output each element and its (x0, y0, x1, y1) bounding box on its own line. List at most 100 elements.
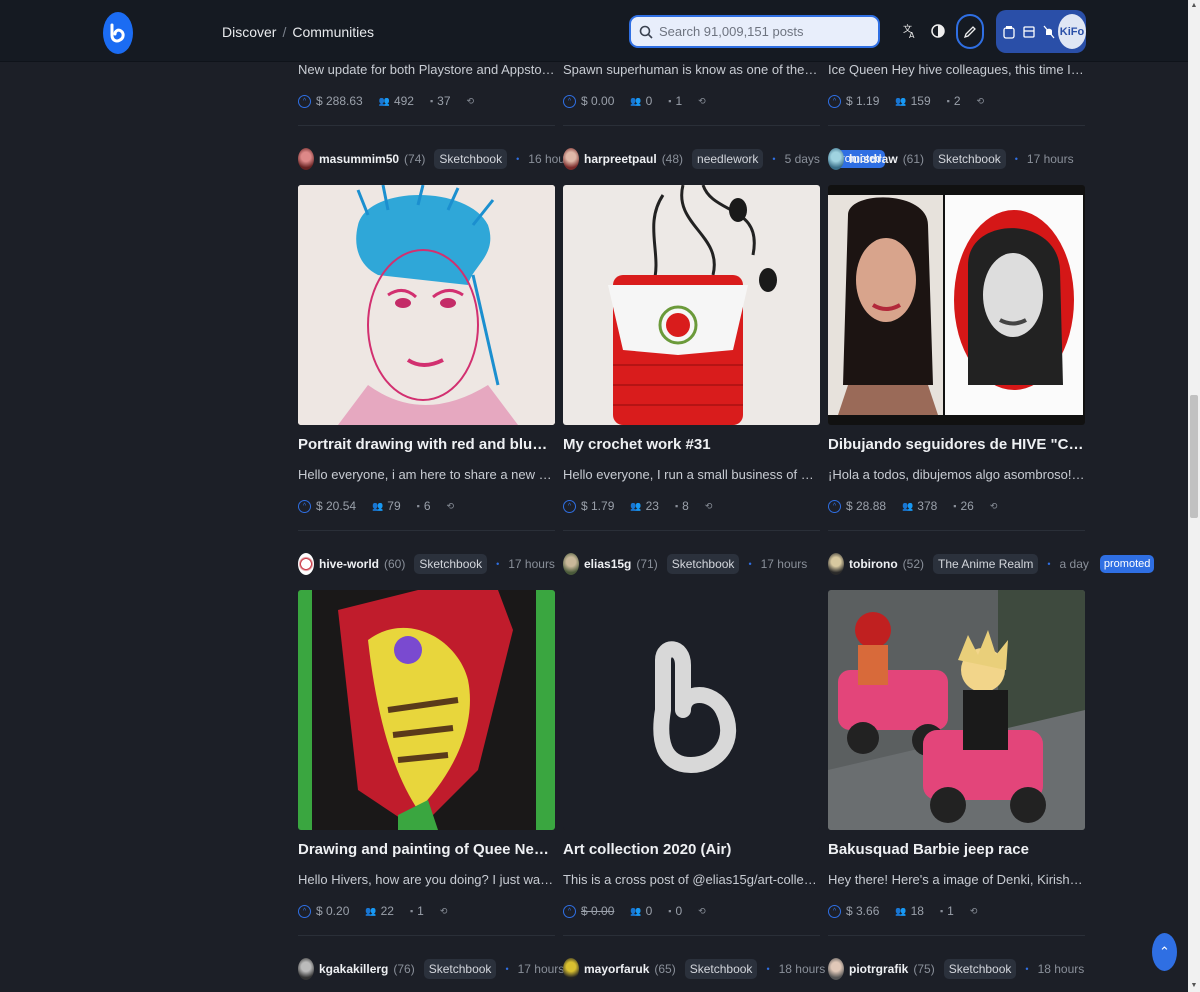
ecency-logo[interactable] (103, 12, 133, 54)
reblog-icon[interactable]: ⟲ (447, 501, 455, 512)
community-tag[interactable]: The Anime Realm (933, 554, 1039, 574)
author-name[interactable]: luisdraw (849, 152, 898, 166)
payout[interactable]: $ 20.54 (316, 499, 356, 513)
upvote-icon[interactable]: ^ (298, 94, 311, 108)
payout[interactable]: $ 28.88 (846, 499, 886, 513)
drafts-icon[interactable] (1022, 22, 1036, 42)
avatar[interactable] (298, 148, 314, 170)
post-title[interactable]: Dibujando seguidores de HIVE "Concurso" … (828, 436, 1085, 453)
post-title[interactable]: Drawing and painting of Quee Nectar Is M… (298, 841, 555, 858)
post-title[interactable]: Art collection 2020 (Air) (563, 841, 820, 858)
comments[interactable]: ▪ 26 (953, 499, 974, 513)
reblog-icon[interactable]: ⟲ (977, 96, 985, 107)
payout[interactable]: $ 1.19 (846, 94, 879, 108)
votes[interactable]: 👥 18 (895, 904, 924, 918)
post-excerpt[interactable]: Hey there! Here's a image of Denki, Kiri… (828, 872, 1085, 887)
avatar[interactable] (563, 958, 579, 980)
payout[interactable]: $ 0.20 (316, 904, 349, 918)
comments[interactable]: ▪ 0 (668, 904, 682, 918)
post-title[interactable]: My crochet work #31 (563, 436, 820, 453)
author-name[interactable]: tobirono (849, 557, 898, 571)
votes[interactable]: 👥 0 (630, 94, 652, 108)
avatar[interactable] (828, 148, 844, 170)
post-thumbnail[interactable] (828, 590, 1085, 830)
reblog-icon[interactable]: ⟲ (970, 906, 978, 917)
author-name[interactable]: elias15g (584, 557, 631, 571)
upvote-icon[interactable]: ^ (563, 94, 576, 108)
votes[interactable]: 👥 79 (372, 499, 401, 513)
post-thumbnail[interactable] (828, 185, 1085, 425)
search-box[interactable] (629, 15, 880, 48)
payout[interactable]: $ 0.00 (581, 94, 614, 108)
reblog-icon[interactable]: ⟲ (990, 501, 998, 512)
scrollbar-thumb[interactable] (1190, 395, 1198, 518)
comments[interactable]: ▪ 1 (940, 904, 954, 918)
search-input[interactable] (659, 24, 869, 39)
scroll-up-arrow-icon[interactable]: ▲ (1190, 2, 1198, 10)
payout[interactable]: $ 1.79 (581, 499, 614, 513)
community-tag[interactable]: Sketchbook (684, 959, 758, 979)
votes[interactable]: 👥 492 (379, 94, 414, 108)
reblog-icon[interactable]: ⟲ (440, 906, 448, 917)
author-name[interactable]: masummim50 (319, 152, 399, 166)
theme-toggle-icon[interactable] (927, 20, 949, 42)
comments[interactable]: ▪ 1 (410, 904, 424, 918)
payout[interactable]: $ 3.66 (846, 904, 879, 918)
author-name[interactable]: kgakakillerg (319, 962, 388, 976)
avatar[interactable] (828, 553, 844, 575)
votes[interactable]: 👥 159 (895, 94, 930, 108)
comments[interactable]: ▪ 1 (668, 94, 682, 108)
community-tag[interactable]: Sketchbook (666, 554, 740, 574)
post-excerpt[interactable]: Hello everyone, i am here to share a new… (298, 467, 555, 482)
post-excerpt[interactable]: ¡Hola a todos, dibujemos algo asombroso!… (828, 467, 1085, 482)
post-title[interactable]: Portrait drawing with red and blue ball … (298, 436, 555, 453)
comments[interactable]: ▪ 6 (417, 499, 431, 513)
votes[interactable]: 👥 0 (630, 904, 652, 918)
post-excerpt[interactable]: Hello everyone, I run a small business o… (563, 467, 820, 482)
community-tag[interactable]: Sketchbook (423, 959, 497, 979)
author-name[interactable]: mayorfaruk (584, 962, 649, 976)
post-excerpt[interactable]: Hello Hivers, how are you doing? I just … (298, 872, 555, 887)
translate-icon[interactable]: 文A (899, 20, 921, 42)
upvote-icon[interactable]: ^ (563, 904, 576, 918)
author-name[interactable]: hive-world (319, 557, 379, 571)
community-tag[interactable]: needlework (692, 149, 764, 169)
scroll-down-arrow-icon[interactable]: ▼ (1190, 982, 1198, 990)
comments[interactable]: ▪ 37 (430, 94, 451, 108)
post-thumbnail[interactable] (563, 590, 820, 830)
post-excerpt[interactable]: Ice Queen Hey hive colleagues, this time… (828, 62, 1085, 77)
upvote-icon[interactable]: ^ (298, 499, 311, 513)
post-excerpt[interactable]: This is a cross post of @elias15g/art-co… (563, 872, 820, 887)
avatar[interactable] (563, 553, 579, 575)
votes[interactable]: 👥 23 (630, 499, 659, 513)
author-name[interactable]: piotrgrafik (849, 962, 908, 976)
community-tag[interactable]: Sketchbook (434, 149, 508, 169)
votes[interactable]: 👥 22 (365, 904, 394, 918)
payout[interactable]: $ 288.63 (316, 94, 363, 108)
create-post-button[interactable] (956, 14, 984, 49)
community-tag[interactable]: Sketchbook (933, 149, 1006, 169)
reblog-icon[interactable]: ⟲ (698, 906, 706, 917)
upvote-icon[interactable]: ^ (563, 499, 576, 513)
reblog-icon[interactable]: ⟲ (705, 501, 713, 512)
avatar[interactable] (298, 553, 314, 575)
breadcrumb-communities[interactable]: Communities (292, 24, 374, 40)
author-name[interactable]: harpreetpaul (584, 152, 657, 166)
post-thumbnail[interactable] (298, 590, 555, 830)
comments[interactable]: ▪ 8 (675, 499, 689, 513)
votes[interactable]: 👥 378 (902, 499, 937, 513)
upvote-icon[interactable]: ^ (828, 499, 841, 513)
upvote-icon[interactable]: ^ (828, 94, 841, 108)
avatar[interactable] (828, 958, 844, 980)
post-thumbnail[interactable] (563, 185, 820, 425)
reblog-icon[interactable]: ⟲ (698, 96, 706, 107)
avatar[interactable] (563, 148, 579, 170)
comments[interactable]: ▪ 2 (947, 94, 961, 108)
upvote-icon[interactable]: ^ (298, 904, 311, 918)
scroll-to-top-button[interactable]: ⌃ (1152, 933, 1177, 971)
post-excerpt[interactable]: Spawn superhuman is know as one of the m… (563, 62, 820, 77)
breadcrumb-discover[interactable]: Discover (222, 24, 276, 40)
community-tag[interactable]: Sketchbook (414, 554, 488, 574)
post-thumbnail[interactable] (298, 185, 555, 425)
payout[interactable]: $ 0.00 (581, 904, 614, 918)
